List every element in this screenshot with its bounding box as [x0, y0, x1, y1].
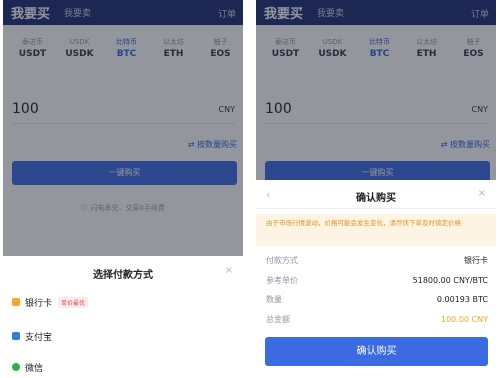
- price-warning: 由于市场行情波动，价格可能会发生变化，请尽快下单及时锁定价格: [256, 214, 496, 246]
- info-key: 参考单价: [266, 275, 298, 285]
- info-value: 51800.00 CNY/BTC: [412, 275, 488, 285]
- info-row-quantity: 数量 0.00193 BTC: [266, 291, 488, 307]
- screen-confirm-purchase: 我要买 我要卖 订单 泰达币 USDT USDK USDK 比特币 BTC 以太坊 ET…: [256, 0, 496, 378]
- info-key: 总金额: [266, 314, 290, 324]
- confirm-purchase-button[interactable]: 确认购买: [265, 337, 488, 366]
- info-value: 0.00193 BTC: [436, 294, 488, 304]
- close-icon[interactable]: ×: [478, 188, 486, 199]
- info-row-unit-price: 参考单价 51800.00 CNY/BTC: [266, 272, 488, 288]
- payment-option-label: 支付宝: [25, 332, 53, 343]
- alipay-icon: [12, 332, 20, 340]
- payment-option-label: 微信: [25, 363, 44, 374]
- info-key: 数量: [266, 294, 282, 304]
- info-row-payment-method: 付款方式 银行卡: [266, 252, 488, 268]
- screen-payment-method: 我要买 我要卖 订单 泰达币 USDT USDK USDK 比特币 BTC 以太坊 ET…: [3, 0, 243, 378]
- info-row-total: 总金额 100.00 CNY: [266, 311, 488, 327]
- sheet-title: 确认购买: [356, 193, 396, 204]
- sheet-title: 选择付款方式: [93, 270, 153, 281]
- info-value: 银行卡: [464, 255, 488, 265]
- close-icon[interactable]: ×: [225, 265, 233, 276]
- payment-option-alipay[interactable]: 支付宝: [12, 326, 52, 346]
- payment-option-wechat[interactable]: 微信: [12, 357, 43, 377]
- bank-card-icon: [12, 298, 20, 306]
- confirm-purchase-sheet: ‹ 确认购买 × 由于市场行情波动，价格可能会发生变化，请尽快下单及时锁定价格 …: [256, 180, 496, 378]
- divider: [256, 208, 496, 209]
- payment-option-label: 银行卡: [25, 298, 53, 309]
- payment-method-sheet: 选择付款方式 × 银行卡 单价最优 支付宝 微信: [3, 256, 243, 378]
- payment-option-bank-card[interactable]: 银行卡 单价最优: [12, 292, 89, 312]
- best-price-badge: 单价最优: [58, 296, 89, 308]
- info-key: 付款方式: [266, 255, 298, 265]
- info-value: 100.00 CNY: [441, 314, 488, 324]
- wechat-icon: [12, 363, 20, 371]
